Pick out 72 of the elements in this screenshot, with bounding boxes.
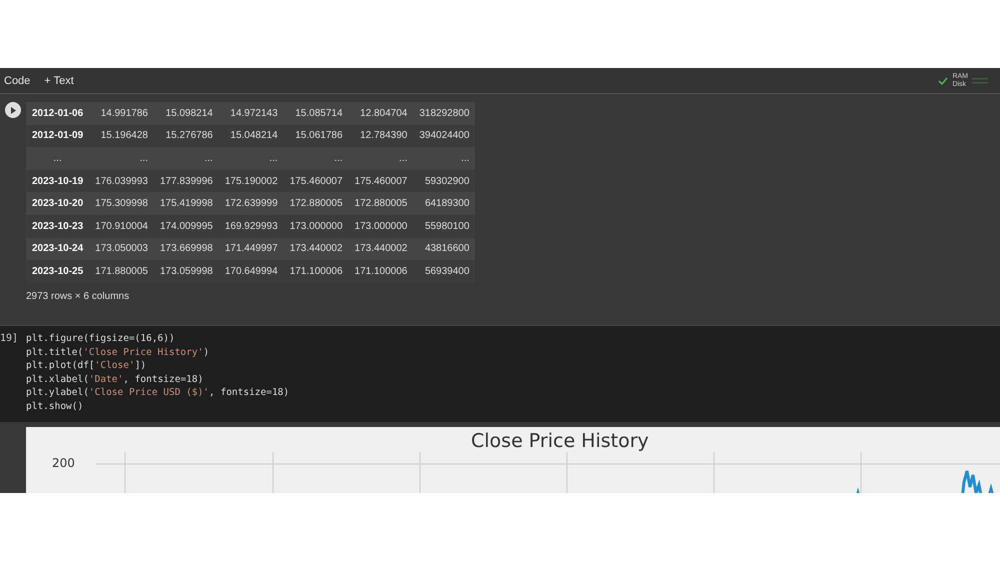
code-line: plt.show() xyxy=(26,400,84,414)
axis-tick-label: 200 xyxy=(52,456,75,470)
table-cell: 12.804704 xyxy=(348,102,414,125)
table-cell: 172.880005 xyxy=(284,192,349,215)
table-cell: 175.460007 xyxy=(348,170,414,192)
table-cell: 59302900 xyxy=(413,170,476,192)
index-cell: ... xyxy=(26,147,90,170)
table-cell: 15.098214 xyxy=(154,102,219,125)
table-cell: 394024400 xyxy=(413,124,476,148)
table-cell: 172.639999 xyxy=(218,192,284,215)
table-cell: 175.190002 xyxy=(218,170,284,192)
table-cell: 170.910004 xyxy=(89,214,154,238)
table-cell: 64189300 xyxy=(413,192,476,215)
table-cell: 55980100 xyxy=(413,214,476,238)
table-cell: 318292800 xyxy=(413,102,476,125)
table-cell: ... xyxy=(154,147,219,170)
table-cell: 14.972143 xyxy=(218,102,284,125)
table-cell: 171.100006 xyxy=(284,260,349,283)
table-cell: ... xyxy=(348,147,414,170)
index-cell: 2023-10-25 xyxy=(26,260,90,283)
table-cell: ... xyxy=(284,147,349,170)
index-cell: 2012-01-09 xyxy=(26,124,90,148)
code-line: plt.ylabel('Close Price USD ($)', fontsize=18) xyxy=(26,386,290,400)
index-cell: 2023-10-20 xyxy=(26,192,90,215)
resource-meter-icon xyxy=(972,76,988,84)
table-cell: 172.880005 xyxy=(348,192,414,215)
index-cell: 2023-10-24 xyxy=(26,238,90,260)
table-cell: 173.440002 xyxy=(284,238,349,260)
code-line: plt.title('Close Price History') xyxy=(26,346,210,360)
table-cell: 173.669998 xyxy=(154,238,219,260)
table-cell: 171.449997 xyxy=(218,238,284,260)
run-button[interactable] xyxy=(5,102,21,118)
table-cell: 169.929993 xyxy=(218,214,284,238)
table-cell: 171.100006 xyxy=(348,260,414,283)
table-cell: 177.839996 xyxy=(154,170,219,192)
toolbar-button[interactable]: + Text xyxy=(44,74,74,86)
table-cell: 14.991786 xyxy=(89,102,154,125)
play-icon xyxy=(10,106,16,114)
execution-count: 19] xyxy=(0,332,20,346)
table-cell: 12.784390 xyxy=(348,124,414,148)
table-cell: 175.419998 xyxy=(154,192,219,215)
table-cell: 173.050003 xyxy=(89,238,154,260)
index-cell: 2012-01-06 xyxy=(26,102,90,125)
table-cell: ... xyxy=(413,147,476,170)
table-cell: 173.440002 xyxy=(348,238,414,260)
table-cell: 43816600 xyxy=(413,238,476,260)
table-cell: 15.085714 xyxy=(284,102,349,125)
index-cell: 2023-10-23 xyxy=(26,214,90,238)
table-cell: 15.061786 xyxy=(284,124,349,148)
check-icon xyxy=(938,76,948,84)
table-cell: 175.309998 xyxy=(89,192,154,215)
code-line: plt.figure(figsize=(16,6)) xyxy=(26,332,176,346)
table-cell: 173.000000 xyxy=(284,214,349,238)
code-line: plt.plot(df['Close']) xyxy=(26,359,148,373)
table-cell: 15.196428 xyxy=(89,124,154,148)
table-cell: 173.000000 xyxy=(348,214,414,238)
table-summary: 2973 rows × 6 columns xyxy=(26,290,130,302)
table-cell: 173.059998 xyxy=(154,260,219,283)
table-cell: 170.649994 xyxy=(218,260,284,283)
chart-title: Close Price History xyxy=(471,430,649,452)
table-cell: 15.276786 xyxy=(154,124,219,148)
table-cell: ... xyxy=(89,147,154,170)
table-cell: ... xyxy=(218,147,284,170)
table-cell: 15.048214 xyxy=(218,124,284,148)
table-cell: 174.009995 xyxy=(154,214,219,238)
table-cell: 176.039993 xyxy=(89,170,154,192)
table-cell: 175.460007 xyxy=(284,170,349,192)
table-cell: 171.880005 xyxy=(89,260,154,283)
table-cell: 56939400 xyxy=(413,260,476,283)
index-cell: 2023-10-19 xyxy=(26,170,90,192)
toolbar-button[interactable]: Code xyxy=(4,74,30,86)
code-line: plt.xlabel('Date', fontsize=18) xyxy=(26,372,204,386)
